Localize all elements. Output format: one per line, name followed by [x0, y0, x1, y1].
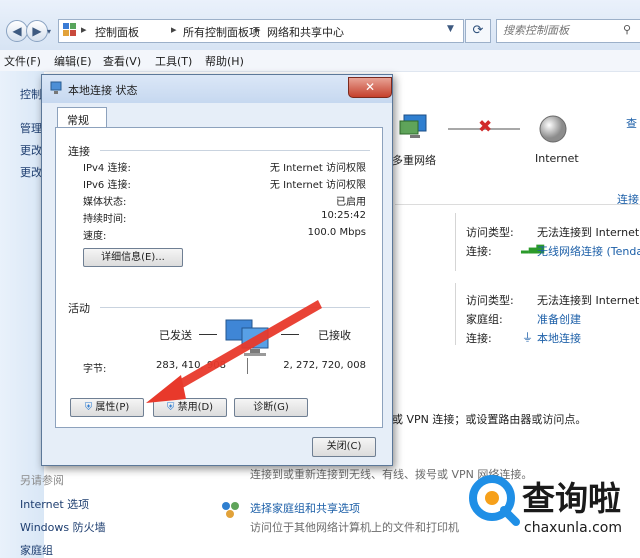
search-logo-icon — [469, 475, 520, 526]
watermark-domain: chaxunla.com — [524, 520, 622, 536]
watermark: 查询啦 chaxunla.com — [466, 470, 640, 558]
watermark-brand: 查询啦 — [522, 479, 621, 518]
